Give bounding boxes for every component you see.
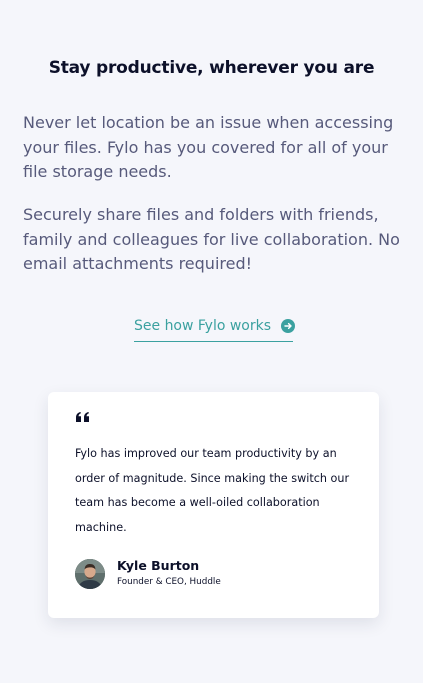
productive-section: Stay productive, wherever you are Never … (0, 0, 423, 683)
section-heading: Stay productive, wherever you are (48, 58, 375, 78)
author-info: Kyle Burton Founder & CEO, Huddle (117, 558, 221, 589)
intro-paragraph: Never let location be an issue when acce… (23, 113, 394, 181)
author-name: Kyle Burton (117, 558, 200, 573)
share-paragraph: Securely share files and folders with fr… (23, 205, 400, 273)
author-title: Founder & CEO, Huddle (117, 577, 221, 587)
testimonial-card: Fylo has improved our team productivity … (48, 392, 379, 618)
quote-icon (75, 410, 91, 426)
testimonial-quote: Fylo has improved our team productivity … (75, 447, 350, 534)
avatar (75, 558, 105, 589)
see-how-fylo-works-link[interactable]: See how Fylo works (134, 316, 296, 342)
arrow-circle-right-icon (281, 319, 296, 333)
testimonial-author: Kyle Burton Founder & CEO, Huddle (75, 558, 221, 589)
cta-label: See how Fylo works (134, 318, 272, 334)
